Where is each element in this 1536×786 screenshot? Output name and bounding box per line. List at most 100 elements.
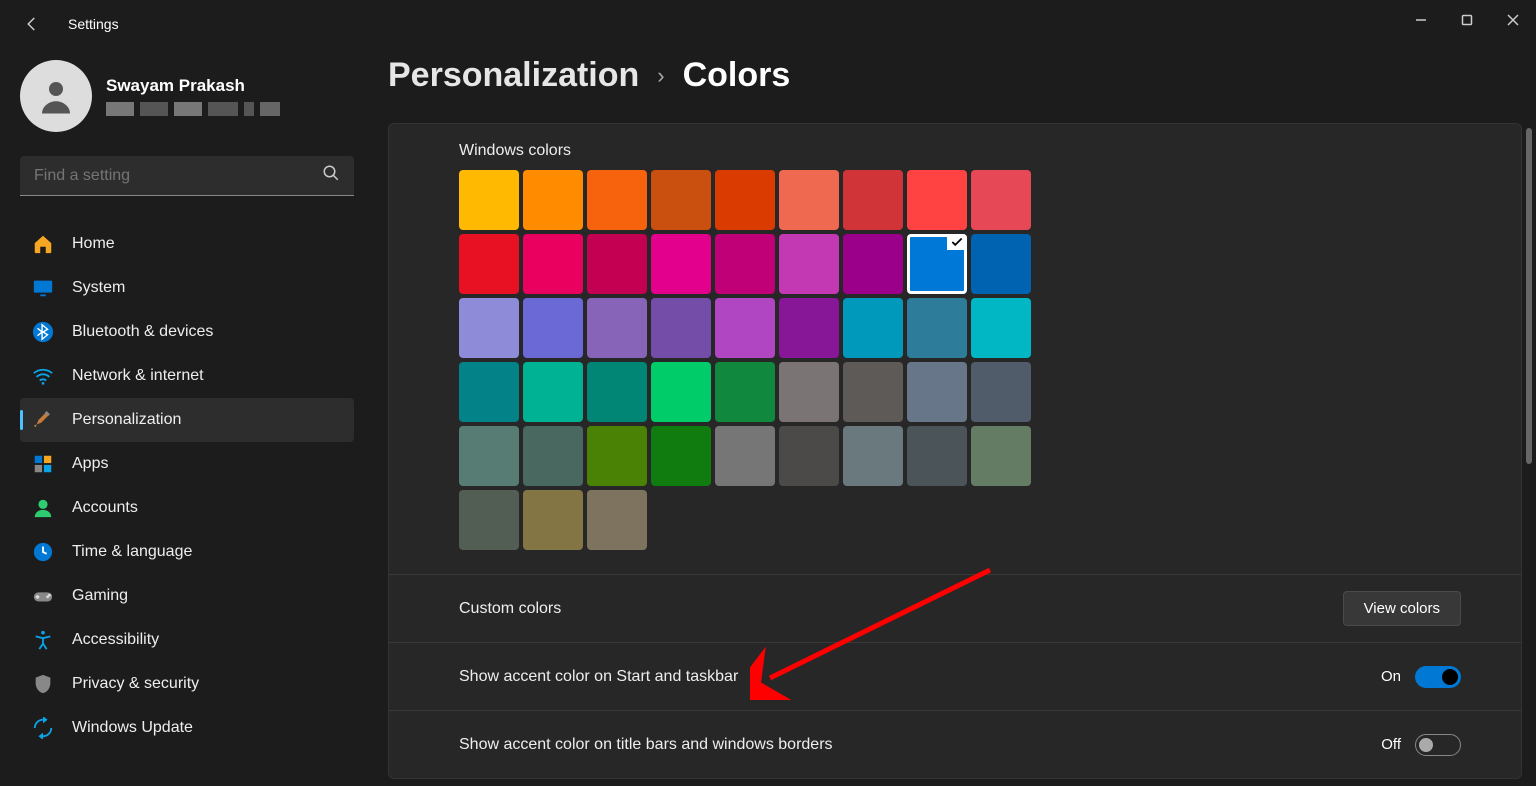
color-swatch[interactable]	[779, 234, 839, 294]
color-swatch[interactable]	[523, 234, 583, 294]
color-swatch[interactable]	[843, 362, 903, 422]
color-swatch[interactable]	[459, 170, 519, 230]
color-swatch[interactable]	[459, 234, 519, 294]
scrollbar-thumb[interactable]	[1526, 128, 1532, 464]
color-swatch[interactable]	[459, 298, 519, 358]
search-input[interactable]	[34, 167, 322, 185]
accent-start-taskbar-row[interactable]: Show accent color on Start and taskbar O…	[389, 642, 1521, 710]
avatar	[20, 60, 92, 132]
sidebar-item-network-internet[interactable]: Network & internet	[20, 354, 354, 398]
breadcrumb-parent[interactable]: Personalization	[388, 56, 639, 95]
color-swatch[interactable]	[971, 234, 1031, 294]
nav: Home System Bluetooth & devices Network & i…	[20, 222, 352, 750]
color-swatch[interactable]	[587, 234, 647, 294]
color-swatch[interactable]	[779, 170, 839, 230]
color-swatch[interactable]	[843, 298, 903, 358]
bluetooth-icon	[32, 321, 54, 343]
color-grid	[459, 170, 1451, 550]
color-swatch[interactable]	[651, 362, 711, 422]
color-swatch[interactable]	[779, 362, 839, 422]
sidebar-item-time-language[interactable]: Time & language	[20, 530, 354, 574]
color-swatch[interactable]	[587, 490, 647, 550]
maximize-button[interactable]	[1444, 0, 1490, 40]
color-swatch[interactable]	[971, 170, 1031, 230]
color-swatch[interactable]	[971, 426, 1031, 486]
color-swatch[interactable]	[715, 170, 775, 230]
color-swatch[interactable]	[587, 170, 647, 230]
search-box[interactable]	[20, 156, 354, 196]
color-swatch[interactable]	[523, 362, 583, 422]
sidebar-item-label: Network & internet	[72, 367, 204, 385]
color-swatch[interactable]	[587, 426, 647, 486]
sidebar-item-privacy-security[interactable]: Privacy & security	[20, 662, 354, 706]
color-swatch[interactable]	[459, 426, 519, 486]
sidebar-item-label: System	[72, 279, 125, 297]
accent-titlebars-toggle[interactable]	[1415, 734, 1461, 756]
sidebar-item-gaming[interactable]: Gaming	[20, 574, 354, 618]
color-swatch[interactable]	[651, 234, 711, 294]
clock-icon	[32, 541, 54, 563]
color-swatch[interactable]	[907, 298, 967, 358]
color-swatch[interactable]	[523, 170, 583, 230]
user-icon	[32, 497, 54, 519]
breadcrumb: Personalization › Colors	[388, 56, 1522, 95]
color-swatch[interactable]	[907, 170, 967, 230]
close-button[interactable]	[1490, 0, 1536, 40]
custom-colors-row[interactable]: Custom colors View colors	[389, 574, 1521, 642]
color-swatch[interactable]	[587, 362, 647, 422]
sidebar-item-system[interactable]: System	[20, 266, 354, 310]
color-swatch[interactable]	[715, 298, 775, 358]
color-swatch[interactable]	[715, 234, 775, 294]
check-icon	[947, 234, 967, 250]
custom-colors-label: Custom colors	[459, 600, 561, 618]
color-swatch[interactable]	[715, 426, 775, 486]
color-swatch[interactable]	[843, 234, 903, 294]
profile-name: Swayam Prakash	[106, 76, 280, 96]
windows-colors-label: Windows colors	[459, 142, 1451, 160]
color-swatch[interactable]	[651, 170, 711, 230]
accent-titlebars-row[interactable]: Show accent color on title bars and wind…	[389, 710, 1521, 778]
app-title: Settings	[68, 16, 119, 32]
color-swatch[interactable]	[779, 426, 839, 486]
sidebar-item-home[interactable]: Home	[20, 222, 354, 266]
color-swatch[interactable]	[459, 490, 519, 550]
color-swatch[interactable]	[907, 426, 967, 486]
window-controls	[1398, 0, 1536, 40]
sidebar-item-accounts[interactable]: Accounts	[20, 486, 354, 530]
sidebar-item-label: Personalization	[72, 411, 181, 429]
accessibility-icon	[32, 629, 54, 651]
color-swatch[interactable]	[971, 298, 1031, 358]
breadcrumb-current: Colors	[683, 56, 791, 95]
color-swatch[interactable]	[907, 362, 967, 422]
colors-panel: Windows colors Custom colors View colors…	[388, 123, 1522, 779]
chevron-right-icon: ›	[657, 63, 664, 89]
color-swatch[interactable]	[523, 490, 583, 550]
color-swatch[interactable]	[651, 298, 711, 358]
color-swatch[interactable]	[843, 426, 903, 486]
color-swatch[interactable]	[523, 426, 583, 486]
sidebar-item-label: Windows Update	[72, 719, 193, 737]
color-swatch[interactable]	[459, 362, 519, 422]
sidebar-item-label: Time & language	[72, 543, 192, 561]
sidebar-item-personalization[interactable]: Personalization	[20, 398, 354, 442]
profile[interactable]: Swayam Prakash	[20, 60, 352, 132]
color-swatch[interactable]	[907, 234, 967, 294]
minimize-button[interactable]	[1398, 0, 1444, 40]
accent-start-taskbar-toggle[interactable]	[1415, 666, 1461, 688]
accent-start-taskbar-state: On	[1381, 668, 1401, 685]
color-swatch[interactable]	[971, 362, 1031, 422]
color-swatch[interactable]	[715, 362, 775, 422]
main: Personalization › Colors Windows colors …	[388, 56, 1522, 786]
back-button[interactable]	[20, 12, 44, 36]
color-swatch[interactable]	[651, 426, 711, 486]
shield-icon	[32, 673, 54, 695]
color-swatch[interactable]	[523, 298, 583, 358]
sidebar-item-apps[interactable]: Apps	[20, 442, 354, 486]
color-swatch[interactable]	[779, 298, 839, 358]
color-swatch[interactable]	[843, 170, 903, 230]
sidebar-item-windows-update[interactable]: Windows Update	[20, 706, 354, 750]
view-colors-button[interactable]: View colors	[1343, 591, 1461, 626]
sidebar-item-accessibility[interactable]: Accessibility	[20, 618, 354, 662]
color-swatch[interactable]	[587, 298, 647, 358]
sidebar-item-bluetooth-devices[interactable]: Bluetooth & devices	[20, 310, 354, 354]
